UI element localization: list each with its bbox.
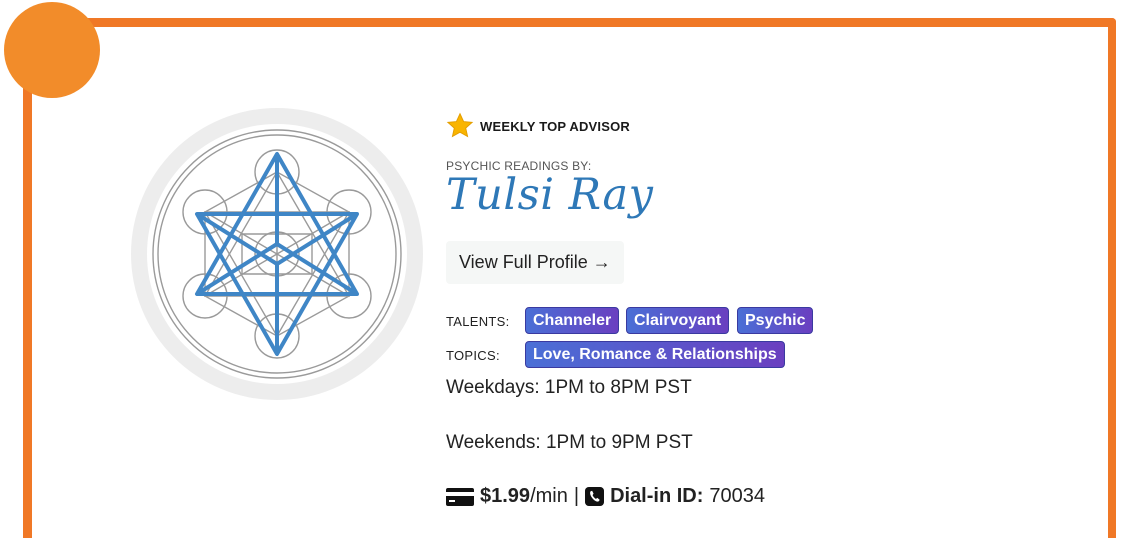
- dial-in-label: Dial-in ID:: [610, 485, 704, 507]
- star-icon: [446, 112, 474, 138]
- talents-label: TALENTS:: [446, 314, 510, 329]
- view-profile-button[interactable]: View Full Profile →: [446, 241, 624, 284]
- separator: |: [573, 485, 580, 507]
- badge-label: WEEKLY TOP ADVISOR: [480, 118, 631, 134]
- phone-icon: [585, 487, 605, 506]
- weekend-hours: Weekends: 1PM to 9PM PST: [446, 432, 693, 453]
- talent-tag-clairvoyant[interactable]: Clairvoyant: [626, 307, 730, 334]
- topics-label: TOPICS:: [446, 348, 500, 363]
- weekday-hours: Weekdays: 1PM to 8PM PST: [446, 377, 692, 398]
- sacred-geometry-image: [152, 129, 402, 379]
- advisor-name[interactable]: Tulsi Ray: [446, 170, 653, 220]
- pricing-row: $1.99 /min | Dial-in ID: 70034: [446, 485, 765, 508]
- credit-card-icon: [446, 487, 474, 506]
- price-value: $1.99: [480, 485, 531, 507]
- avatar[interactable]: [147, 124, 407, 384]
- dial-in-id: 70034: [709, 485, 766, 507]
- talent-tag-channeler[interactable]: Channeler: [525, 307, 620, 334]
- topic-tag-love[interactable]: Love, Romance & Relationships: [525, 341, 785, 368]
- price-unit: /min: [530, 485, 568, 507]
- weekly-top-badge: WEEKLY TOP ADVISOR: [446, 112, 630, 140]
- talent-tag-psychic[interactable]: Psychic: [737, 307, 814, 334]
- corner-badge: [4, 2, 100, 98]
